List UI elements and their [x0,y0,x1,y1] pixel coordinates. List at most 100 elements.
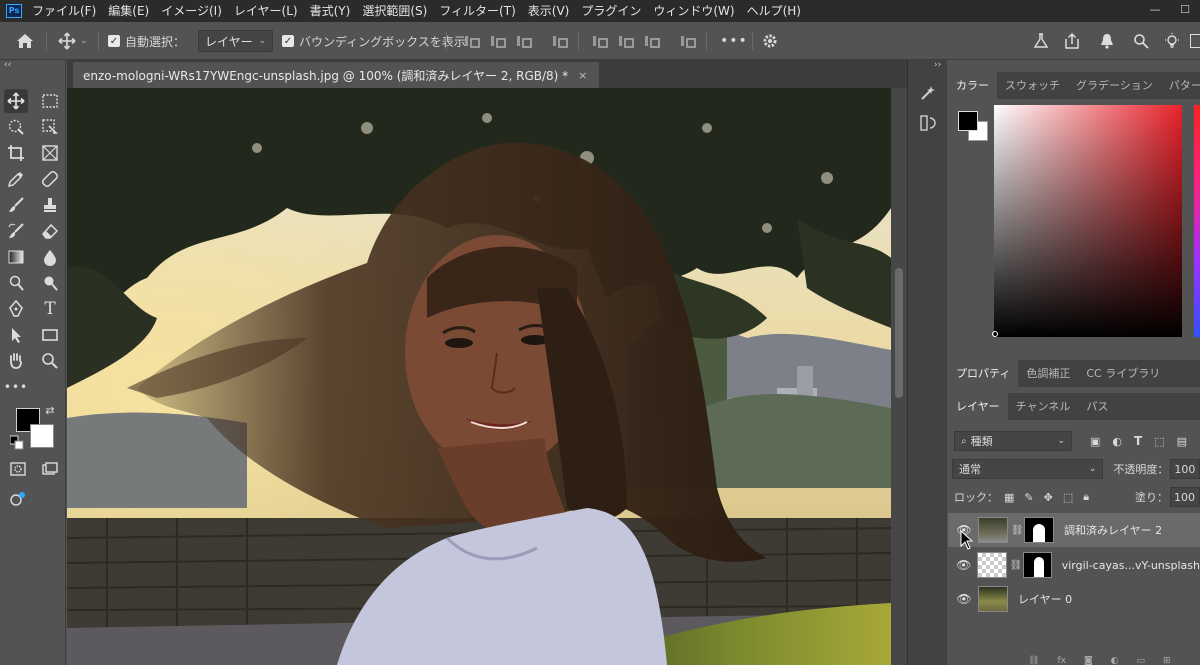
sponge-icon[interactable] [38,271,62,295]
new-group-icon[interactable]: ▭ [1137,656,1146,665]
align-top-edges-icon[interactable] [592,34,608,48]
opacity-input[interactable]: 100 [1170,459,1200,479]
tab-properties[interactable]: プロパティ [948,360,1019,387]
expand-panels-button[interactable]: ›› [934,60,941,70]
brush-icon[interactable] [4,193,28,217]
crop-icon[interactable] [4,141,28,165]
filter-type-icon[interactable]: T [1134,434,1142,448]
bell-icon[interactable] [1100,22,1114,60]
tab-gradients[interactable]: グラデーション [1068,72,1161,99]
layer-mask-thumbnail[interactable] [1024,517,1054,543]
distribute-horizontal-icon[interactable] [680,34,696,48]
menu-help[interactable]: ヘルプ(H) [741,0,807,22]
scrollbar-thumb[interactable] [895,268,903,398]
layer-filter-dropdown[interactable]: ⌕ 種類 ⌄ [954,431,1072,451]
quick-mask-icon[interactable] [6,457,30,481]
layer-row[interactable]: 👁︎ ⛓︎ virgil-cayas...vY-unsplash [948,548,1200,582]
screen-mode-icon[interactable] [38,457,62,481]
home-icon[interactable] [16,22,34,60]
filter-adjustment-icon[interactable]: ◐ [1112,435,1122,448]
menu-file[interactable]: ファイル(F) [26,0,102,22]
document-canvas[interactable] [67,88,891,665]
canvas-vertical-scrollbar[interactable] [891,88,907,665]
menu-window[interactable]: ウィンドウ(W) [647,0,740,22]
distribute-vertical-icon[interactable] [552,34,568,48]
lock-artboard-icon[interactable]: ⬚ [1063,491,1073,504]
filter-shape-icon[interactable]: ⬚ [1154,435,1164,448]
filter-image-icon[interactable]: ▣ [1090,435,1100,448]
rectangle-shape-icon[interactable] [38,323,62,347]
color-picker-marker[interactable] [992,331,998,337]
more-options-button[interactable]: ••• [720,22,748,60]
menu-edit[interactable]: 編集(E) [102,0,155,22]
new-adjustment-icon[interactable]: ◐ [1111,656,1119,665]
tab-layers[interactable]: レイヤー [948,393,1008,420]
fx-icon[interactable]: fx [1057,656,1066,665]
auto-select-target-dropdown[interactable]: レイヤー ⌄ [198,30,274,52]
color-panel-foreground-swatch[interactable] [958,111,978,131]
spot-healing-brush-icon[interactable] [38,167,62,191]
lock-image-pixels-icon[interactable]: ✎ [1024,491,1033,504]
eraser-icon[interactable] [38,219,62,243]
eye-icon[interactable]: 👁︎ [954,558,973,572]
filter-smart-object-icon[interactable]: ▤ [1177,435,1187,448]
menu-layer[interactable]: レイヤー(L) [228,0,304,22]
menu-image[interactable]: イメージ(I) [155,0,228,22]
zoom-icon[interactable] [38,349,62,373]
tab-cc-libraries[interactable]: CC ライブラリ [1078,360,1168,387]
dodge-icon[interactable] [4,271,28,295]
fill-input[interactable]: 100 [1170,487,1200,507]
link-icon[interactable]: ⛓︎ [1010,560,1023,571]
tab-color[interactable]: カラー [948,72,997,99]
gear-icon[interactable] [762,22,778,60]
add-mask-icon[interactable]: ◙ [1084,656,1093,665]
clone-stamp-icon[interactable] [38,193,62,217]
lock-transparent-pixels-icon[interactable]: ▦ [1004,491,1014,504]
menu-plugins[interactable]: プラグイン [575,0,647,22]
gradient-icon[interactable] [4,245,28,269]
edit-toolbar-icon[interactable]: ••• [4,375,28,399]
type-tool-icon[interactable]: T [38,297,62,321]
tab-channels[interactable]: チャンネル [1008,393,1079,420]
align-right-edges-icon[interactable] [516,34,532,48]
menu-type[interactable]: 書式(Y) [304,0,357,22]
blur-icon[interactable] [38,245,62,269]
link-icon[interactable]: ⛓︎ [1011,525,1024,536]
new-layer-icon[interactable]: ⊞ [1163,656,1171,665]
show-bounding-box-checkbox[interactable]: ✓ バウンディングボックスを表示 [282,22,466,60]
eye-icon[interactable]: 👁︎ [954,592,974,606]
background-color-swatch[interactable] [30,424,54,448]
workspace-icon[interactable] [1190,22,1200,60]
menu-view[interactable]: 表示(V) [522,0,576,22]
object-selection-icon[interactable] [4,115,28,139]
document-tab[interactable]: enzo-mologni-WRs17YWEngc-unsplash.jpg @ … [73,62,600,88]
tab-adjustments[interactable]: 色調補正 [1018,360,1078,387]
tab-swatches[interactable]: スウォッチ [997,72,1068,99]
menu-filter[interactable]: フィルター(T) [433,0,521,22]
tab-patterns[interactable]: パターン [1161,72,1200,99]
maximize-button[interactable]: ☐ [1170,0,1200,18]
auto-select-checkbox[interactable]: ✓ 自動選択： [108,22,185,60]
frame-icon[interactable] [38,141,62,165]
layer-row[interactable]: 👁︎ レイヤー 0 [948,582,1200,616]
minimize-button[interactable]: — [1140,0,1170,18]
swap-colors-icon[interactable]: ⇄ [42,402,58,418]
layer-mask-thumbnail[interactable] [1022,552,1052,578]
blend-mode-dropdown[interactable]: 通常 ⌄ [952,459,1104,479]
hue-slider[interactable] [1194,105,1200,337]
share-icon[interactable] [1064,22,1080,60]
lock-position-icon[interactable]: ✥ [1044,491,1053,504]
path-selection-icon[interactable] [4,323,28,347]
align-left-edges-icon[interactable] [464,34,480,48]
object-finder-icon[interactable] [38,115,62,139]
collapse-toolbar-button[interactable]: ‹‹ [4,60,11,70]
history-brush-icon[interactable] [4,219,28,243]
color-picker-field[interactable] [994,105,1182,337]
align-vertical-centers-icon[interactable] [618,34,634,48]
rectangular-marquee-icon[interactable] [38,89,62,113]
adjustment-brush-icon[interactable] [919,84,937,102]
menu-select[interactable]: 選択範囲(S) [356,0,433,22]
eyedropper-icon[interactable] [4,167,28,191]
lightbulb-icon[interactable] [1164,22,1180,60]
flask-icon[interactable] [1034,22,1048,60]
